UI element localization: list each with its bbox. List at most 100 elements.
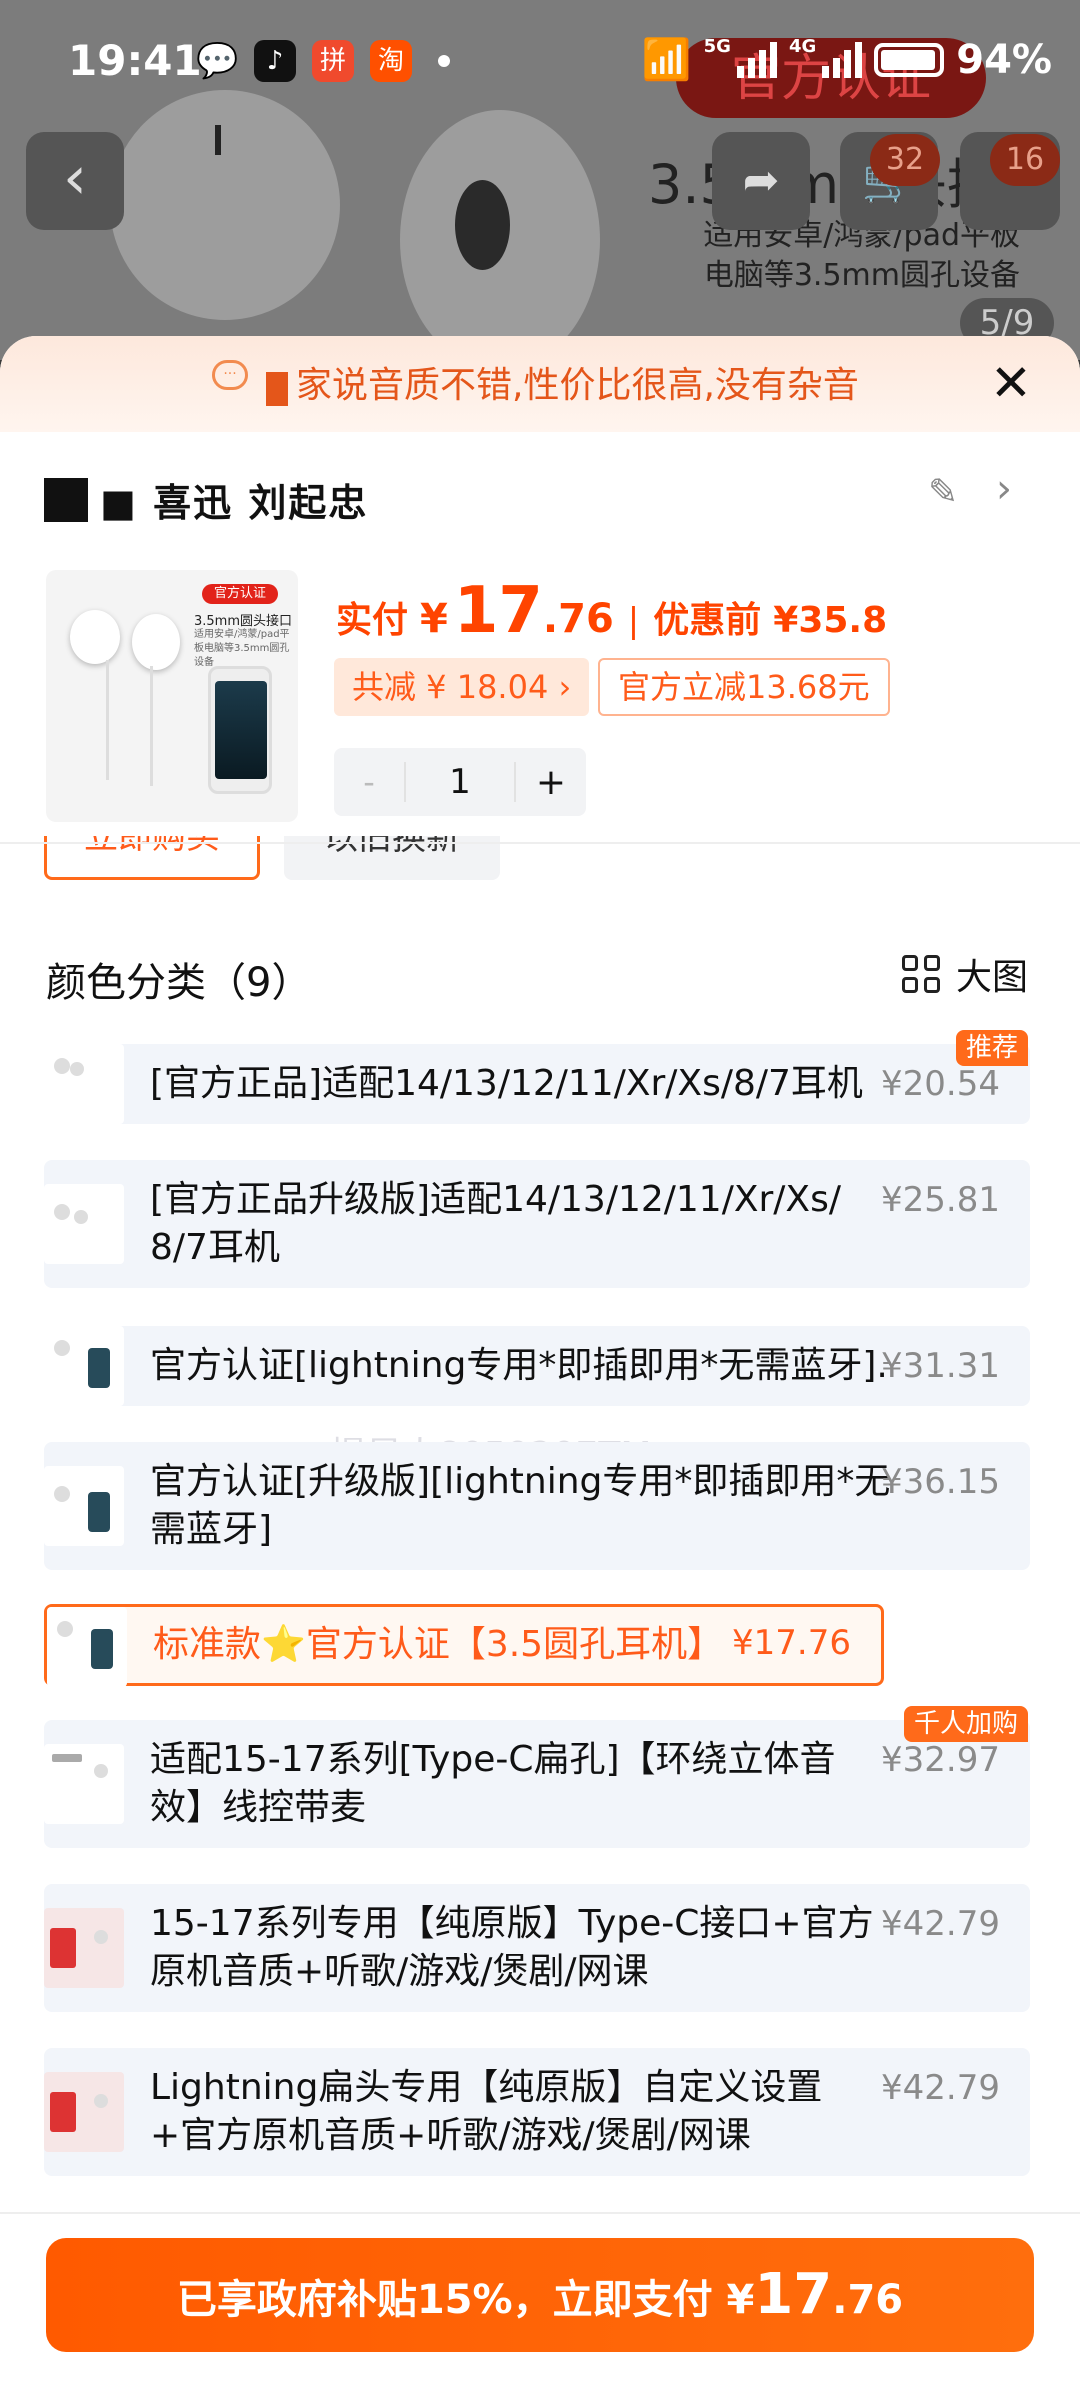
- selected-sku-thumbnail[interactable]: 官方认证 3.5mm圆头接口 适用安卓/鸿蒙/pad平板电脑等3.5mm圆孔设备: [46, 570, 298, 822]
- quantity-stepper: - 1 +: [334, 748, 586, 816]
- tip-marker: [266, 372, 288, 406]
- review-tip-text: 家说音质不错,性价比很高,没有杂音: [296, 365, 859, 406]
- section-title: 颜色分类（9）: [46, 960, 312, 1006]
- battery-percent: 94%: [956, 36, 1052, 83]
- sku-price: ¥42.79: [881, 1904, 1000, 1944]
- sku-name-line: 效】线控带麦: [150, 1787, 367, 1828]
- shipping-address[interactable]: ■ 喜迅 刘起忠: [44, 472, 368, 527]
- chevron-right-icon[interactable]: ›: [996, 466, 1012, 512]
- thumb-line1: 3.5mm圆头接口: [194, 614, 293, 629]
- sku-thumbnail: [44, 1044, 124, 1124]
- pay-button-text: 已享政府补贴15%，立即支付 ¥: [176, 2277, 755, 2323]
- sku-option[interactable]: 官方认证[升级版][lightning专用*即插即用*无 需蓝牙] ¥36.15: [44, 1442, 1030, 1570]
- back-button[interactable]: ‹: [26, 132, 124, 230]
- more-notifications-dot: [438, 55, 450, 67]
- location-icon: [44, 477, 88, 522]
- share-icon: ➦: [742, 155, 780, 206]
- tiktok-icon: ♪: [254, 40, 296, 82]
- sku-selection-sheet: ··· 家说音质不错,性价比很高,没有杂音 ✕ ■ 喜迅 刘起忠 ✎ › 官方认…: [0, 336, 1080, 2399]
- sku-price: ¥32.97: [881, 1740, 1000, 1780]
- taobao-icon: 淘: [370, 40, 412, 82]
- sku-name-line: 8/7耳机: [150, 1227, 280, 1268]
- popular-flag: 千人加购: [904, 1706, 1029, 1742]
- wifi-icon: 📶: [641, 37, 692, 83]
- divider: [0, 842, 1080, 844]
- grid-icon: [902, 955, 940, 993]
- sku-thumbnail: [44, 1184, 124, 1264]
- notification-icons: 💬 ♪ 拼 淘: [196, 40, 450, 82]
- total-discount-chip[interactable]: 共减 ¥ 18.04 ›: [334, 658, 590, 716]
- sku-name-line: 需蓝牙]: [150, 1509, 273, 1550]
- battery-icon: [874, 42, 945, 77]
- sku-name-line: Lightning扁头专用【纯原版】自定义设置: [150, 2067, 823, 2108]
- sku-option[interactable]: 适配15-17系列[Type-C扁孔]【环绕立体音 效】线控带麦 ¥32.97: [44, 1720, 1030, 1848]
- earbud-shape: [132, 614, 180, 670]
- thumb-official-tag: 官方认证: [202, 584, 278, 604]
- sku-option[interactable]: Lightning扁头专用【纯原版】自定义设置 +官方原机音质+听歌/游戏/煲剧…: [44, 2048, 1030, 2176]
- sku-name: [官方正品升级版]适配14/13/12/11/Xr/Xs/ 8/7耳机: [150, 1176, 841, 1272]
- sku-price: ¥36.15: [881, 1462, 1000, 1502]
- increase-button[interactable]: +: [516, 762, 586, 803]
- sku-name-line: 适配15-17系列[Type-C扁孔]【环绕立体音: [150, 1739, 836, 1780]
- decrease-button[interactable]: -: [334, 763, 404, 801]
- price-decimal: .76: [542, 596, 614, 642]
- status-bar: 19:41 💬 ♪ 拼 淘 📶 5G 4G 94%: [0, 0, 1080, 126]
- sku-option[interactable]: [官方正品]适配14/13/12/11/Xr/Xs/8/7耳机 ¥20.54: [44, 1044, 1030, 1124]
- review-tip-banner: ··· 家说音质不错,性价比很高,没有杂音 ✕: [0, 336, 1080, 432]
- sku-name-line: +官方原机音质+听歌/游戏/煲剧/网课: [150, 2115, 751, 2156]
- thumb-line2: 适用安卓/鸿蒙/pad平板电脑等3.5mm圆孔设备: [194, 629, 290, 668]
- official-discount-chip[interactable]: 官方立减13.68元: [598, 658, 890, 716]
- recommend-flag: 推荐: [956, 1030, 1029, 1066]
- sku-option[interactable]: 15-17系列专用【纯原版】Type-C接口+官方 原机音质+听歌/游戏/煲剧/…: [44, 1884, 1030, 2012]
- earbud-shape: [70, 610, 120, 664]
- phone-image: [208, 666, 272, 794]
- sku-name-line: 官方认证[升级版][lightning专用*即插即用*无: [150, 1461, 891, 1502]
- cart-count-badge: 32: [870, 134, 940, 186]
- big-view-toggle[interactable]: 大图: [902, 948, 1028, 1000]
- product-earbud-image: [400, 110, 600, 360]
- paid-label: 实付: [336, 600, 409, 641]
- sku-price: ¥25.81: [881, 1180, 1000, 1220]
- clock: 19:41: [68, 36, 202, 85]
- message-bubble-icon: ···: [212, 360, 248, 390]
- wechat-icon: 💬: [196, 41, 239, 81]
- pinduoduo-icon: 拼: [312, 40, 354, 82]
- sku-thumbnail: [44, 1466, 124, 1546]
- pay-amount-integer: 17: [754, 2262, 833, 2327]
- system-indicators: 📶 5G 4G 94%: [642, 36, 1052, 83]
- sku-price: ¥20.54: [881, 1064, 1000, 1104]
- pay-now-button[interactable]: 已享政府补贴15%，立即支付 ¥17.76: [46, 2238, 1034, 2352]
- divider: [0, 2212, 1080, 2214]
- price-integer: 17: [453, 574, 543, 648]
- sku-name-line: 原机音质+听歌/游戏/煲剧/网课: [150, 1951, 649, 1992]
- back-icon: ‹: [63, 143, 87, 213]
- cable-shape: [106, 660, 109, 780]
- sku-thumbnail: [44, 1908, 124, 1988]
- sku-name: 官方认证[lightning专用*即插即用*无需蓝牙].: [150, 1345, 888, 1386]
- cable-shape: [150, 666, 153, 786]
- sku-option[interactable]: [官方正品升级版]适配14/13/12/11/Xr/Xs/ 8/7耳机 ¥25.…: [44, 1160, 1030, 1288]
- sku-name: 官方认证[升级版][lightning专用*即插即用*无 需蓝牙]: [150, 1458, 890, 1554]
- sku-name: 适配15-17系列[Type-C扁孔]【环绕立体音 效】线控带麦: [150, 1736, 836, 1832]
- before-discount-value: ¥35.8: [773, 600, 888, 641]
- sku-price: ¥31.31: [881, 1346, 1000, 1386]
- edit-icon[interactable]: ✎: [928, 472, 958, 513]
- sku-option[interactable]: 官方认证[lightning专用*即插即用*无需蓝牙]. ¥31.31: [44, 1326, 1030, 1406]
- sku-name: 标准款⭐官方认证【3.5圆孔耳机】: [153, 1624, 724, 1665]
- close-icon[interactable]: ✕: [990, 350, 1032, 416]
- message-count-badge: 16: [990, 134, 1060, 186]
- sku-name: Lightning扁头专用【纯原版】自定义设置 +官方原机音质+听歌/游戏/煲剧…: [150, 2064, 822, 2160]
- price-row: 实付 ¥ 17 .76 | 优惠前 ¥35.8: [336, 574, 887, 648]
- sku-price: ¥42.79: [881, 2068, 1000, 2108]
- share-button[interactable]: ➦: [712, 132, 810, 230]
- currency-symbol: ¥: [420, 596, 448, 642]
- sku-name: 15-17系列专用【纯原版】Type-C接口+官方 原机音质+听歌/游戏/煲剧/…: [150, 1900, 874, 1996]
- sku-name: [官方正品]适配14/13/12/11/Xr/Xs/8/7耳机: [150, 1063, 863, 1104]
- before-discount-label: 优惠前: [653, 600, 762, 641]
- quantity-value[interactable]: 1: [404, 762, 516, 802]
- sku-thumbnail: [44, 1744, 124, 1824]
- sku-option-selected[interactable]: 标准款⭐官方认证【3.5圆孔耳机】 ¥17.76: [44, 1604, 884, 1687]
- address-text: ■ 喜迅 刘起忠: [100, 481, 369, 525]
- price-separator: |: [627, 601, 640, 641]
- sku-thumbnail: [44, 1326, 124, 1406]
